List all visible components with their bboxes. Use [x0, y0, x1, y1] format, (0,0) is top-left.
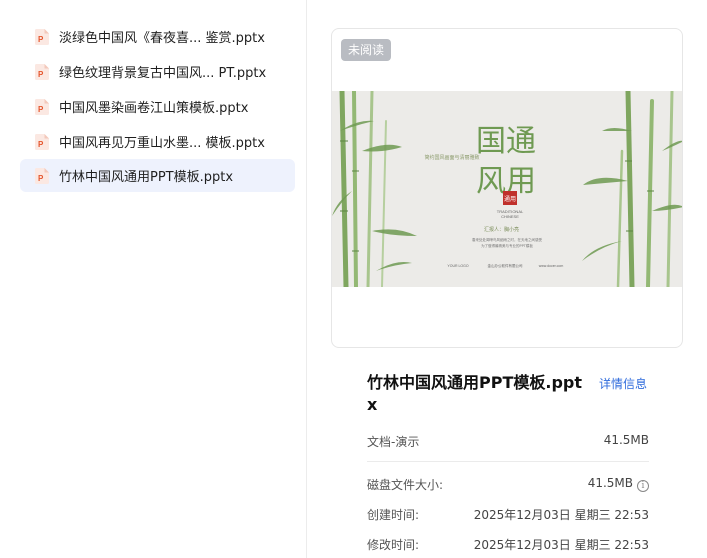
- details-header: 竹林中国风通用PPT模板.pptx 详情信息: [367, 372, 649, 416]
- modified-label: 修改时间:: [367, 538, 420, 552]
- info-icon[interactable]: i: [637, 480, 649, 492]
- disk-size-label: 磁盘文件大小:: [367, 478, 444, 492]
- modified-value: 2025年12月03日 星期三 22:53: [473, 538, 649, 552]
- ppt-file-icon: P: [35, 63, 49, 80]
- file-item[interactable]: P 淡绿色中国风《春夜喜... 鉴赏.pptx: [20, 20, 295, 53]
- slide-footer-logo: YOUR LOGO: [447, 264, 468, 268]
- slide-artwork: 国通 风用 通用 简约国风画面与清丽雅致 TRADITIONAL CHINESE…: [332, 88, 682, 290]
- ppt-file-icon: P: [35, 98, 49, 115]
- svg-text:P: P: [38, 174, 44, 183]
- file-name: 竹林中国风通用PPT模板.pptx: [59, 170, 234, 185]
- file-item[interactable]: P 中国风墨染画卷江山策模板.pptx: [20, 90, 295, 123]
- slide-title-line1: 国通: [476, 124, 536, 159]
- document-title: 竹林中国风通用PPT模板.pptx: [367, 373, 583, 414]
- ppt-file-icon: P: [35, 28, 49, 45]
- slide-desc-line2: 为了做得最精美与专业的PPT模板: [481, 243, 533, 248]
- file-list: P 淡绿色中国风《春夜喜... 鉴赏.pptx P 绿色纹理背景复古中国风...…: [0, 0, 307, 558]
- svg-text:P: P: [38, 35, 44, 44]
- ppt-file-icon: P: [35, 133, 49, 150]
- ppt-file-icon: P: [35, 167, 49, 184]
- slide-footer-company: 金山办公软件有限公司: [488, 263, 523, 268]
- slide-chinese: CHINESE: [501, 214, 519, 219]
- doc-size-value: 41.5MB: [603, 433, 649, 447]
- file-item[interactable]: P 中国风再见万重山水墨... 模板.pptx: [20, 125, 295, 158]
- file-name: 绿色纹理背景复古中国风... PT.pptx: [59, 66, 267, 81]
- doc-type-label: 文档-演示: [367, 435, 420, 449]
- file-name: 淡绿色中国风《春夜喜... 鉴赏.pptx: [59, 31, 265, 46]
- svg-text:P: P: [38, 140, 44, 149]
- app-root: P 淡绿色中国风《春夜喜... 鉴赏.pptx P 绿色纹理背景复古中国风...…: [0, 0, 707, 558]
- disk-size-value: 41.5MB: [587, 476, 633, 490]
- modified-row: 修改时间: 2025年12月03日 星期三 22:53: [367, 536, 649, 556]
- created-label: 创建时间:: [367, 508, 420, 522]
- svg-text:P: P: [38, 70, 44, 79]
- slide-reporter: 汇报人：胸小亮: [484, 226, 519, 233]
- slide-subtitle: 简约国风画面与清丽雅致: [424, 154, 479, 161]
- file-name: 中国风墨染画卷江山策模板.pptx: [59, 101, 249, 116]
- file-item-selected[interactable]: P 竹林中国风通用PPT模板.pptx: [20, 159, 295, 192]
- slide-footer-url: www.docer.com: [539, 264, 564, 268]
- divider: [367, 461, 649, 462]
- created-row: 创建时间: 2025年12月03日 星期三 22:53: [367, 506, 649, 526]
- slide-seal: 通用: [504, 195, 516, 203]
- created-value: 2025年12月03日 星期三 22:53: [473, 508, 649, 522]
- unread-badge: 未阅读: [341, 39, 392, 61]
- preview-card[interactable]: 未阅读 国通 风用 通用 简约国风画面与清丽雅致 TRADITIONAL CHI…: [331, 28, 683, 348]
- slide-thumbnail[interactable]: 国通 风用 通用 简约国风画面与清丽雅致 TRADITIONAL CHINESE…: [332, 88, 682, 290]
- slide-desc-line1: 春来处处闻啼鸟风细雨之时，在天地之间感受: [472, 237, 542, 242]
- doc-type-row: 文档-演示 41.5MB: [367, 433, 649, 453]
- details-link[interactable]: 详情信息: [599, 375, 647, 392]
- file-item[interactable]: P 绿色纹理背景复古中国风... PT.pptx: [20, 55, 295, 88]
- file-name: 中国风再见万重山水墨... 模板.pptx: [59, 136, 265, 151]
- svg-text:P: P: [38, 105, 44, 114]
- disk-size-row: 磁盘文件大小: 41.5MB i: [367, 476, 649, 496]
- disk-size-value-wrap: 41.5MB i: [588, 476, 649, 492]
